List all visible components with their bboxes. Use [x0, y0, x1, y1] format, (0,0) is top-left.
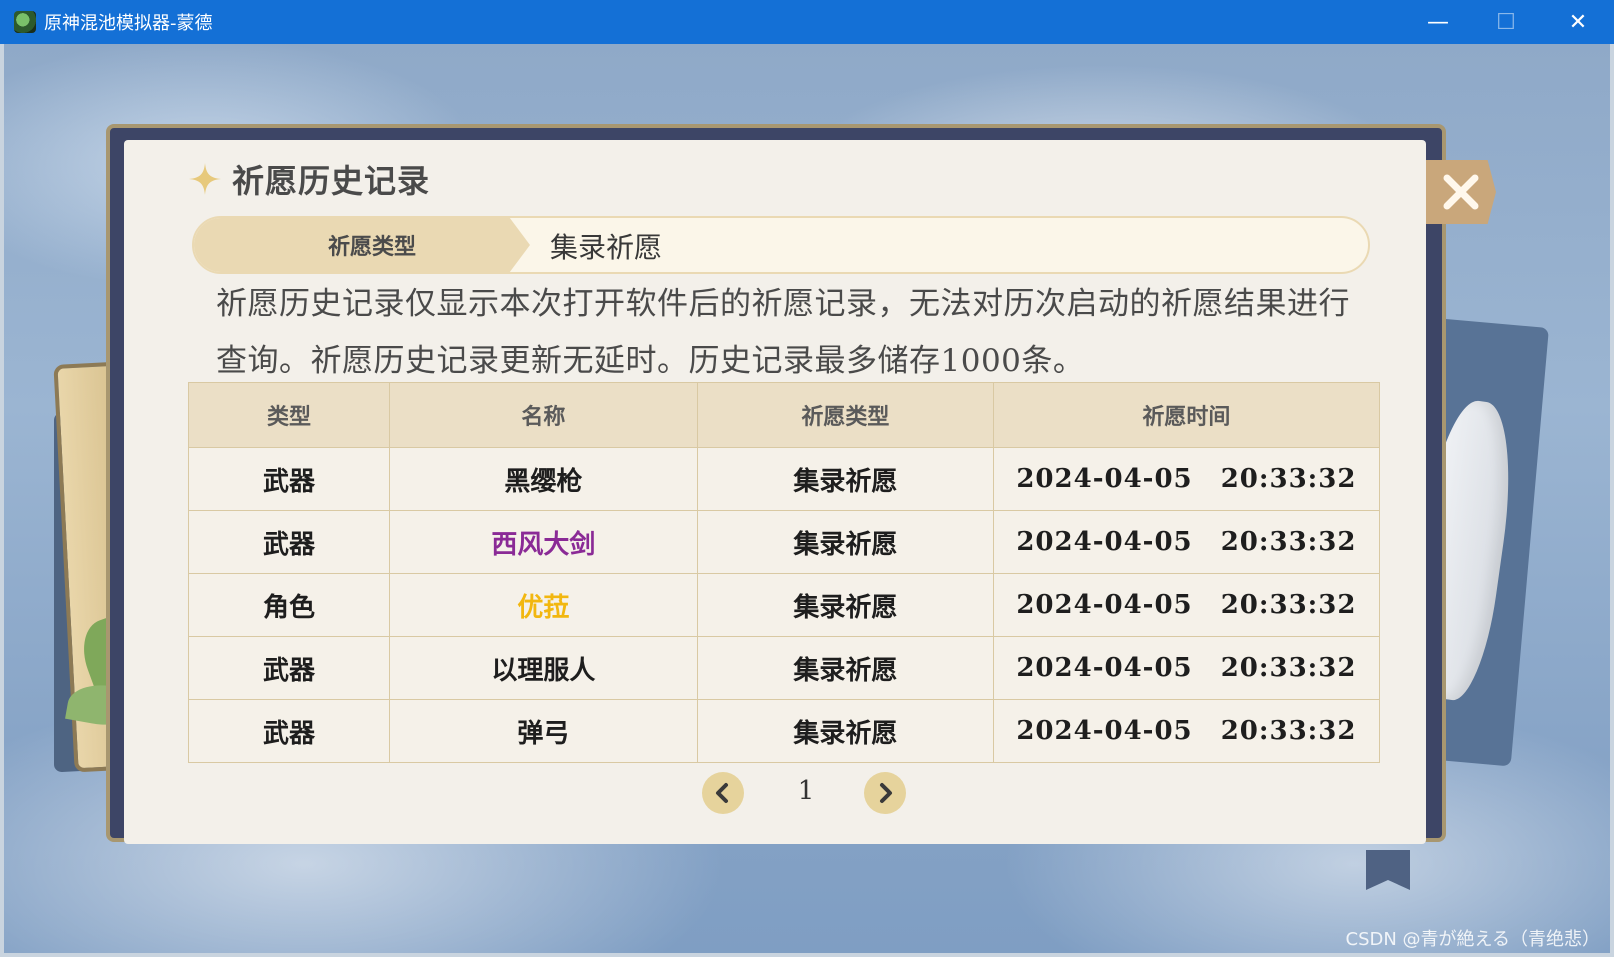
cell-wish-type: 集录祈愿: [696, 636, 994, 700]
panel-header: 祈愿历史记录: [188, 156, 430, 202]
header-wish-type: 祈愿类型: [696, 382, 994, 448]
minimize-button[interactable]: —: [1406, 0, 1470, 44]
table-header-row: 类型 名称 祈愿类型 祈愿时间: [187, 382, 1381, 448]
cell-wish-type: 集录祈愿: [696, 699, 994, 763]
watermark: CSDN @青が絶える（青绝悲）: [1345, 929, 1601, 950]
wish-type-filter[interactable]: 祈愿类型 集录祈愿: [192, 216, 1370, 274]
header-name: 名称: [389, 382, 698, 448]
cell-type: 武器: [187, 636, 391, 700]
table-row: 角色 优菈 集录祈愿 2024-04-05 20:33:32: [187, 573, 1381, 637]
sparkle-star-icon: [189, 163, 221, 195]
wish-history-table: 类型 名称 祈愿类型 祈愿时间 武器 黑缨枪 集录祈愿 2024-04-05 2…: [187, 382, 1381, 763]
header-type: 类型: [187, 382, 391, 448]
pagination: 1: [702, 772, 912, 816]
table-row: 武器 西风大剑 集录祈愿 2024-04-05 20:33:32: [187, 510, 1381, 574]
chevron-left-icon: [716, 783, 728, 803]
cell-time: 2024-04-05 20:33:32: [992, 447, 1381, 511]
wish-type-label: 祈愿类型: [327, 235, 416, 260]
cell-time: 2024-04-05 20:33:32: [992, 510, 1381, 574]
window-close-button[interactable]: ✕: [1546, 0, 1610, 44]
next-page-button[interactable]: [864, 772, 906, 814]
window-titlebar: 原神混池模拟器-蒙德 — ☐ ✕: [0, 0, 1614, 44]
cell-name: 西风大剑: [389, 510, 698, 574]
cell-time: 2024-04-05 20:33:32: [992, 636, 1381, 700]
cell-time: 2024-04-05 20:33:32: [992, 573, 1381, 637]
header-wish-time: 祈愿时间: [992, 382, 1381, 448]
cell-time: 2024-04-05 20:33:32: [992, 699, 1381, 763]
cell-type: 武器: [187, 510, 391, 574]
notice-text: 祈愿历史记录仅显示本次打开软件后的祈愿记录，无法对历次启动的祈愿结果进行查询。祈…: [216, 286, 1350, 379]
wish-type-label-box: 祈愿类型: [194, 218, 530, 272]
page-number: 1: [797, 776, 815, 806]
table-row: 武器 以理服人 集录祈愿 2024-04-05 20:33:32: [187, 636, 1381, 700]
cell-name: 黑缨枪: [389, 447, 698, 511]
panel-title: 祈愿历史记录: [232, 162, 431, 200]
app-icon: [14, 11, 36, 33]
cell-wish-type: 集录祈愿: [696, 573, 994, 637]
chevron-right-icon: [880, 783, 892, 803]
cell-type: 武器: [187, 447, 391, 511]
cell-wish-type: 集录祈愿: [696, 447, 994, 511]
table-row: 武器 弹弓 集录祈愿 2024-04-05 20:33:32: [187, 699, 1381, 763]
cell-name: 优菈: [389, 573, 698, 637]
cell-type: 角色: [187, 573, 391, 637]
prev-page-button[interactable]: [702, 772, 744, 814]
cell-name: 弹弓: [389, 699, 698, 763]
maximize-button[interactable]: ☐: [1474, 0, 1538, 44]
cell-type: 武器: [187, 699, 391, 763]
cell-wish-type: 集录祈愿: [696, 510, 994, 574]
table-row: 武器 黑缨枪 集录祈愿 2024-04-05 20:33:32: [187, 447, 1381, 511]
cell-name: 以理服人: [389, 636, 698, 700]
panel-close-button[interactable]: [1426, 160, 1496, 224]
wish-type-value: 集录祈愿: [550, 231, 663, 264]
window-title: 原神混池模拟器-蒙德: [44, 13, 213, 34]
close-x-icon: [1443, 174, 1479, 210]
